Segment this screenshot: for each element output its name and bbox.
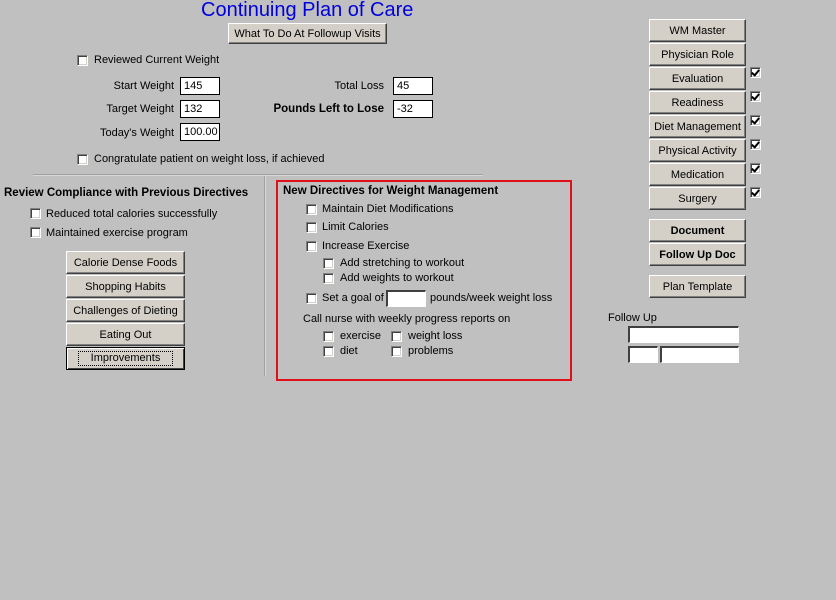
reviewed-current-weight-checkbox[interactable] (77, 55, 88, 66)
goal-pounds-input[interactable] (386, 290, 426, 307)
section-divider (33, 174, 483, 176)
wm-master-button[interactable]: WM Master (649, 19, 746, 42)
add-weights-checkbox[interactable] (323, 273, 334, 284)
readiness-button[interactable]: Readiness (649, 91, 746, 114)
diet-report-label: diet (340, 345, 358, 357)
directives-heading: New Directives for Weight Management (283, 185, 499, 197)
increase-exercise-label: Increase Exercise (322, 240, 410, 252)
increase-exercise-checkbox[interactable] (306, 241, 317, 252)
physical-activity-button[interactable]: Physical Activity (649, 139, 746, 162)
weight-loss-report-checkbox[interactable] (391, 331, 402, 342)
column-divider (264, 176, 266, 376)
todays-weight-label: Today's Weight (99, 127, 174, 139)
follow-up-label: Follow Up (608, 312, 657, 324)
document-button[interactable]: Document (649, 219, 746, 242)
eating-out-button[interactable]: Eating Out (66, 323, 185, 346)
plan-template-button[interactable]: Plan Template (649, 275, 746, 298)
improvements-button[interactable]: Improvements (66, 347, 185, 370)
total-loss-field[interactable]: 45 (393, 77, 433, 95)
congratulate-label: Congratulate patient on weight loss, if … (94, 153, 325, 165)
medication-button[interactable]: Medication (649, 163, 746, 186)
limit-calories-label: Limit Calories (322, 221, 389, 233)
physician-role-button[interactable]: Physician Role (649, 43, 746, 66)
evaluation-button[interactable]: Evaluation (649, 67, 746, 90)
evaluation-checkbox[interactable] (750, 67, 761, 78)
improvements-button-label: Improvements (77, 351, 174, 366)
total-loss-label: Total Loss (334, 80, 384, 92)
challenges-of-dieting-button[interactable]: Challenges of Dieting (66, 299, 185, 322)
maintained-exercise-label: Maintained exercise program (46, 227, 188, 239)
pounds-left-label: Pounds Left to Lose (273, 103, 384, 115)
reviewed-current-weight-label: Reviewed Current Weight (94, 54, 220, 66)
pounds-left-field[interactable]: -32 (393, 100, 433, 118)
target-weight-field[interactable]: 132 (180, 100, 220, 118)
reduced-calories-checkbox[interactable] (30, 208, 41, 219)
medication-checkbox[interactable] (750, 163, 761, 174)
surgery-checkbox[interactable] (750, 187, 761, 198)
maintain-diet-checkbox[interactable] (306, 204, 317, 215)
call-nurse-label: Call nurse with weekly progress reports … (303, 313, 511, 325)
maintain-diet-label: Maintain Diet Modifications (322, 203, 454, 215)
reduced-calories-label: Reduced total calories successfully (46, 208, 218, 220)
start-weight-label: Start Weight (113, 80, 174, 92)
add-stretching-checkbox[interactable] (323, 258, 334, 269)
add-weights-label: Add weights to workout (340, 272, 454, 284)
limit-calories-checkbox[interactable] (306, 222, 317, 233)
start-weight-field[interactable]: 145 (180, 77, 220, 95)
diet-management-button[interactable]: Diet Management (649, 115, 746, 138)
problems-report-checkbox[interactable] (391, 346, 402, 357)
followup-visits-button[interactable]: What To Do At Followup Visits (228, 23, 387, 44)
set-goal-prefix: Set a goal of (322, 292, 384, 304)
problems-report-label: problems (408, 345, 454, 357)
exercise-report-checkbox[interactable] (323, 331, 334, 342)
follow-up-doc-button[interactable]: Follow Up Doc (649, 243, 746, 266)
maintained-exercise-checkbox[interactable] (30, 227, 41, 238)
page-title: Continuing Plan of Care (201, 0, 414, 21)
set-goal-suffix: pounds/week weight loss (430, 292, 553, 304)
calorie-dense-foods-button[interactable]: Calorie Dense Foods (66, 251, 185, 274)
congratulate-checkbox[interactable] (77, 154, 88, 165)
weight-loss-report-label: weight loss (408, 330, 463, 342)
readiness-checkbox[interactable] (750, 91, 761, 102)
todays-weight-field[interactable]: 100.00 (180, 123, 220, 141)
add-stretching-label: Add stretching to workout (340, 257, 465, 269)
shopping-habits-button[interactable]: Shopping Habits (66, 275, 185, 298)
target-weight-label: Target Weight (106, 103, 174, 115)
compliance-heading: Review Compliance with Previous Directiv… (4, 187, 249, 199)
follow-up-field-3[interactable] (660, 346, 739, 363)
physical-activity-checkbox[interactable] (750, 139, 761, 150)
diet-report-checkbox[interactable] (323, 346, 334, 357)
follow-up-field-1[interactable] (628, 326, 739, 343)
surgery-button[interactable]: Surgery (649, 187, 746, 210)
exercise-report-label: exercise (340, 330, 381, 342)
follow-up-field-2[interactable] (628, 346, 658, 363)
diet-management-checkbox[interactable] (750, 115, 761, 126)
set-goal-checkbox[interactable] (306, 293, 317, 304)
